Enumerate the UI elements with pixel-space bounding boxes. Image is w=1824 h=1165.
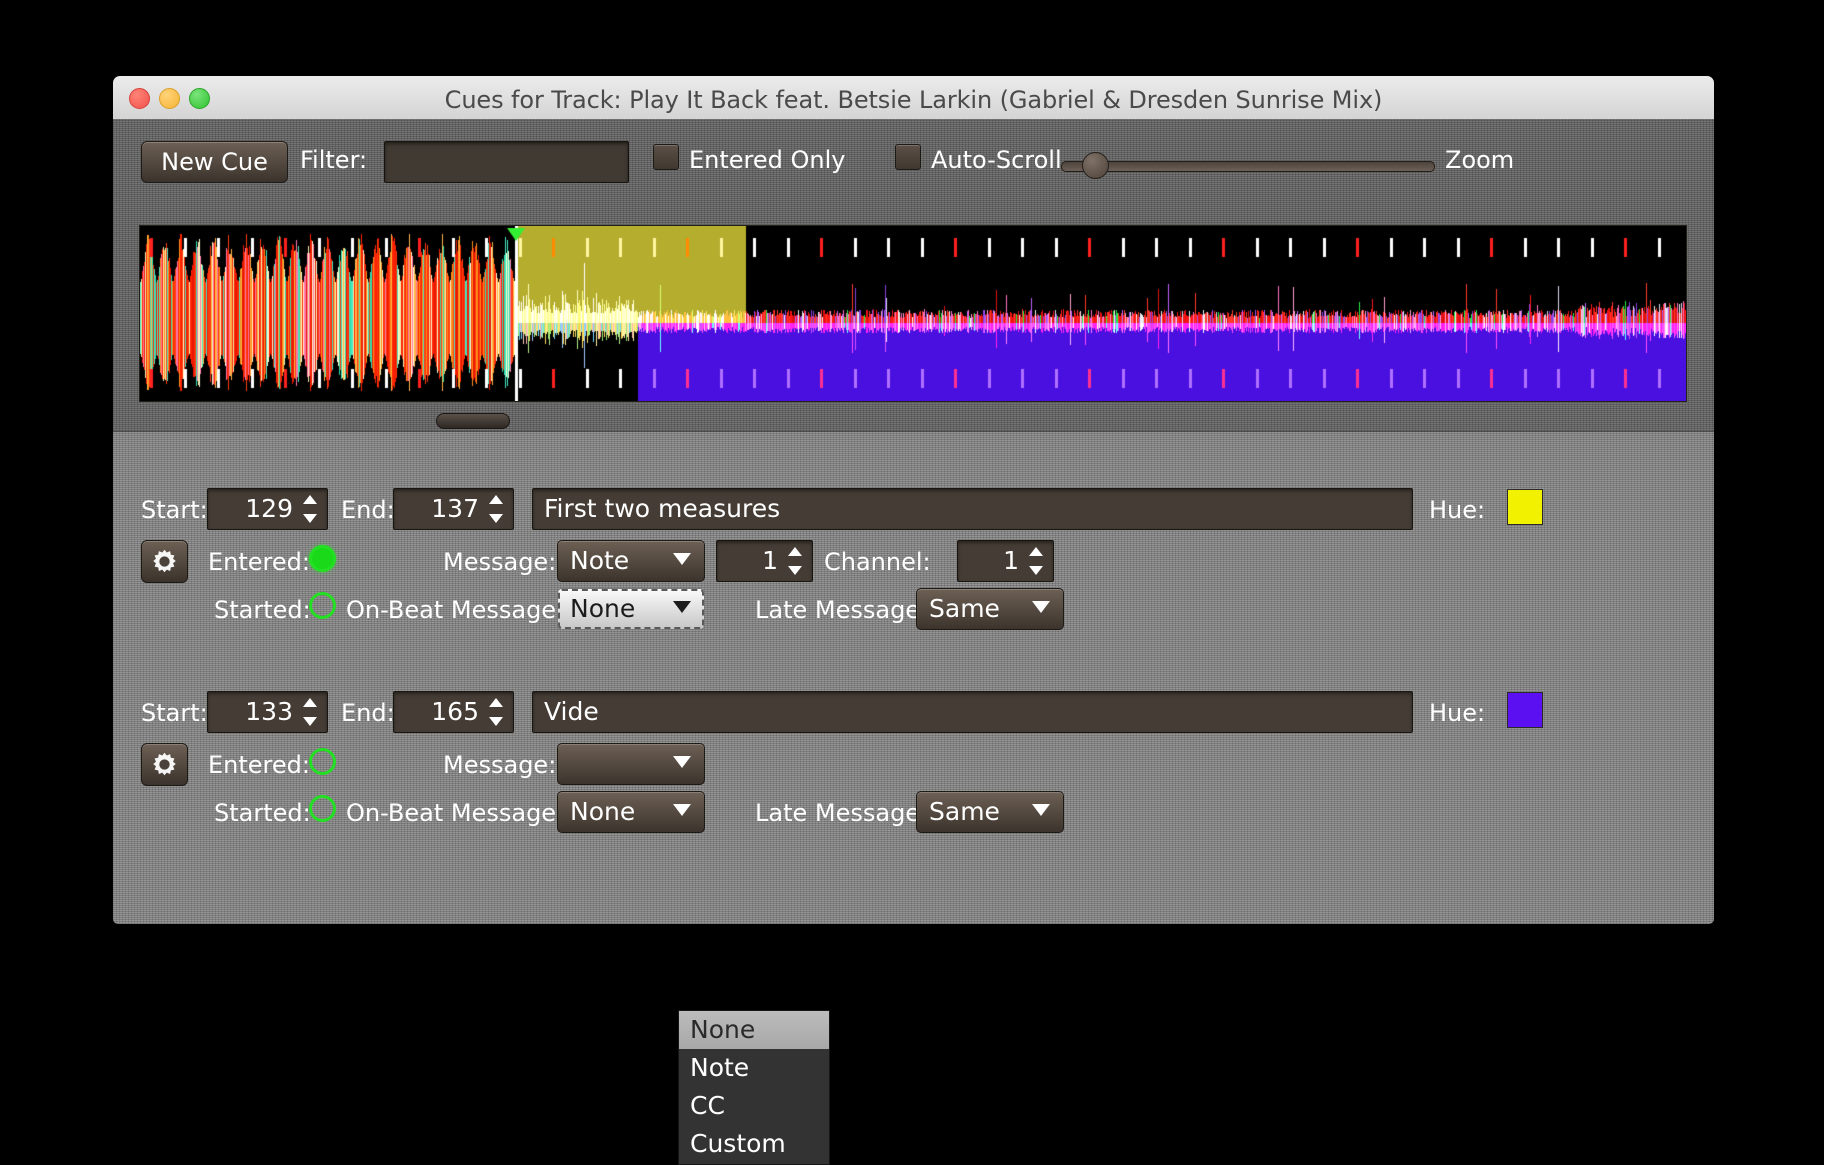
auto-scroll-checkbox[interactable] bbox=[895, 144, 921, 170]
started-indicator bbox=[309, 795, 336, 822]
dropdown-option[interactable]: None bbox=[679, 1011, 829, 1049]
waveform-scrollbar-thumb[interactable] bbox=[436, 413, 510, 429]
chevron-down-icon bbox=[673, 601, 691, 613]
filter-input[interactable] bbox=[384, 141, 629, 183]
filter-label: Filter: bbox=[300, 146, 368, 174]
start-value: 129 bbox=[245, 494, 293, 523]
dropdown-option[interactable]: Custom bbox=[679, 1125, 829, 1163]
comment-input[interactable]: Vide bbox=[532, 691, 1413, 733]
start-stepper[interactable]: 129 bbox=[207, 488, 328, 530]
end-value: 137 bbox=[431, 494, 479, 523]
cues-window: Cues for Track: Play It Back feat. Betsi… bbox=[113, 76, 1714, 1165]
entered-label: Entered: bbox=[208, 548, 310, 576]
on-beat-message-value: None bbox=[570, 797, 636, 826]
message-type-value: Note bbox=[570, 546, 630, 575]
start-value: 133 bbox=[245, 697, 293, 726]
comment-value: Vide bbox=[544, 697, 599, 726]
started-label: Started: bbox=[214, 596, 311, 624]
late-message-value: Same bbox=[929, 797, 1000, 826]
auto-scroll-label: Auto-Scroll bbox=[931, 146, 1062, 174]
waveform-canvas[interactable] bbox=[140, 226, 1686, 401]
late-message-select[interactable]: Same bbox=[916, 588, 1064, 630]
waveform-display[interactable] bbox=[139, 225, 1687, 402]
zoom-slider-track[interactable] bbox=[1061, 161, 1435, 172]
zoom-label: Zoom bbox=[1445, 146, 1515, 174]
end-stepper-arrows[interactable] bbox=[484, 695, 508, 729]
end-stepper-arrows[interactable] bbox=[484, 492, 508, 526]
entered-only-label: Entered Only bbox=[689, 146, 846, 174]
gear-icon bbox=[153, 752, 176, 776]
toolbar: New Cue Filter: Entered Only Auto-Scroll… bbox=[113, 119, 1714, 193]
channel-stepper[interactable]: 1 bbox=[957, 540, 1054, 582]
entered-only-checkbox[interactable] bbox=[653, 144, 679, 170]
chevron-down-icon bbox=[1032, 804, 1050, 816]
start-label: Start: bbox=[141, 496, 208, 524]
end-stepper[interactable]: 137 bbox=[393, 488, 514, 530]
hue-swatch[interactable] bbox=[1507, 489, 1543, 525]
message-label: Message: bbox=[443, 548, 557, 576]
end-label: End: bbox=[341, 496, 395, 524]
cue-list-panel: Start: 129 End: 137 First two measures H… bbox=[113, 431, 1714, 1165]
end-stepper[interactable]: 165 bbox=[393, 691, 514, 733]
comment-value: First two measures bbox=[544, 494, 781, 523]
zoom-slider-knob[interactable] bbox=[1081, 152, 1109, 179]
channel-value: 1 bbox=[1003, 546, 1019, 575]
channel-label: Channel: bbox=[824, 548, 931, 576]
started-indicator bbox=[309, 592, 336, 619]
window-title: Cues for Track: Play It Back feat. Betsi… bbox=[444, 86, 1383, 114]
message-type-select[interactable]: Note bbox=[557, 540, 705, 582]
on-beat-message-dropdown-popup[interactable]: None Note CC Custom bbox=[678, 1010, 830, 1165]
on-beat-message-label: On-Beat Message: bbox=[346, 799, 565, 827]
dropdown-option[interactable]: Note bbox=[679, 1049, 829, 1087]
end-label: End: bbox=[341, 699, 395, 727]
entered-indicator bbox=[309, 748, 336, 775]
waveform-panel: New Cue Filter: Entered Only Auto-Scroll… bbox=[113, 119, 1714, 431]
message-label: Message: bbox=[443, 751, 557, 779]
started-label: Started: bbox=[214, 799, 311, 827]
entered-label: Entered: bbox=[208, 751, 310, 779]
chevron-down-icon bbox=[673, 756, 691, 768]
start-stepper-arrows[interactable] bbox=[298, 695, 322, 729]
on-beat-message-value: None bbox=[570, 594, 636, 623]
start-stepper[interactable]: 133 bbox=[207, 691, 328, 733]
start-stepper-arrows[interactable] bbox=[298, 492, 322, 526]
end-value: 165 bbox=[431, 697, 479, 726]
hue-label: Hue: bbox=[1429, 699, 1486, 727]
window-titlebar: Cues for Track: Play It Back feat. Betsi… bbox=[113, 76, 1714, 120]
message-type-select[interactable] bbox=[557, 743, 705, 785]
comment-input[interactable]: First two measures bbox=[532, 488, 1413, 530]
cue-settings-button[interactable] bbox=[141, 540, 188, 583]
message-number-arrows[interactable] bbox=[783, 544, 807, 578]
late-message-value: Same bbox=[929, 594, 1000, 623]
late-message-label: Late Message: bbox=[755, 799, 929, 827]
channel-arrows[interactable] bbox=[1024, 544, 1048, 578]
gear-icon bbox=[153, 549, 176, 573]
message-number-value: 1 bbox=[762, 546, 778, 575]
chevron-down-icon bbox=[673, 804, 691, 816]
on-beat-message-label: On-Beat Message: bbox=[346, 596, 565, 624]
dropdown-option[interactable]: CC bbox=[679, 1087, 829, 1125]
new-cue-button[interactable]: New Cue bbox=[141, 141, 288, 183]
cue-settings-button[interactable] bbox=[141, 743, 188, 786]
entered-indicator bbox=[309, 545, 336, 572]
hue-label: Hue: bbox=[1429, 496, 1486, 524]
hue-swatch[interactable] bbox=[1507, 692, 1543, 728]
message-number-stepper[interactable]: 1 bbox=[716, 540, 813, 582]
chevron-down-icon bbox=[1032, 601, 1050, 613]
chevron-down-icon bbox=[673, 553, 691, 565]
on-beat-message-select[interactable]: None bbox=[557, 791, 705, 833]
on-beat-message-select[interactable]: None bbox=[557, 588, 705, 630]
late-message-select[interactable]: Same bbox=[916, 791, 1064, 833]
late-message-label: Late Message: bbox=[755, 596, 929, 624]
start-label: Start: bbox=[141, 699, 208, 727]
